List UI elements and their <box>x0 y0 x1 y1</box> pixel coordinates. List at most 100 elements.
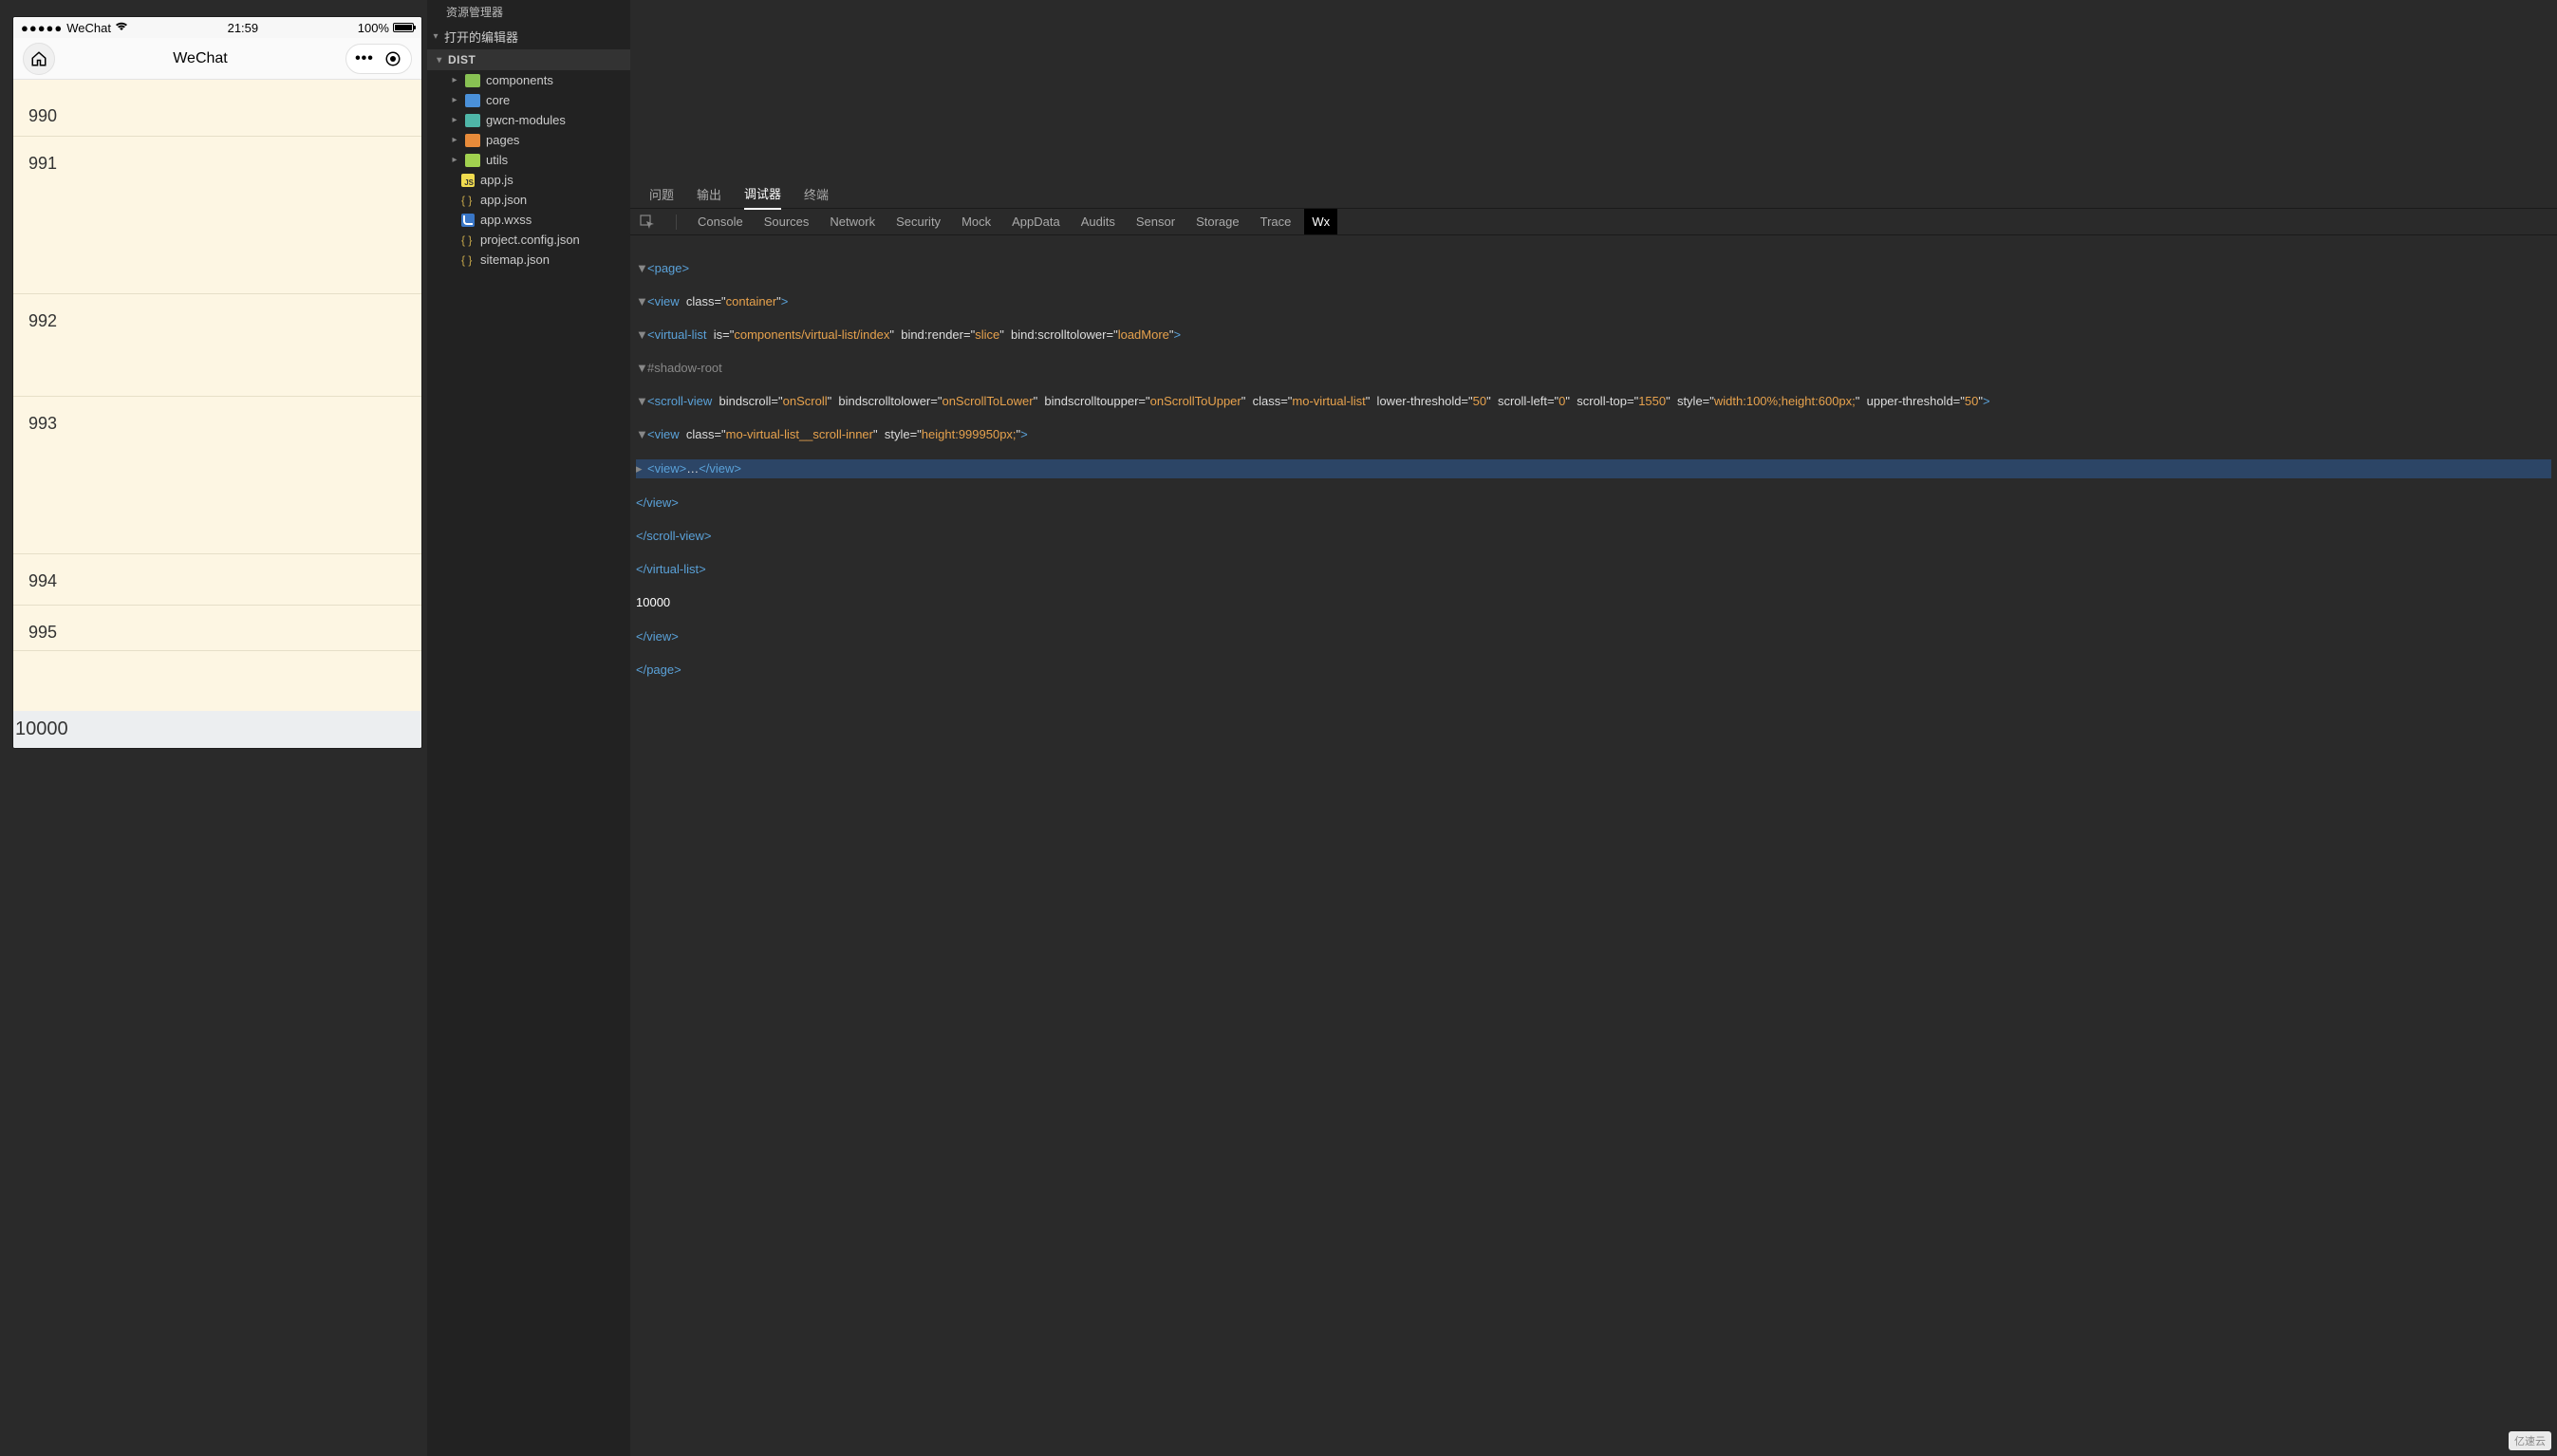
tab-mock[interactable]: Mock <box>961 215 991 229</box>
folder-label: core <box>486 93 510 107</box>
tab-storage[interactable]: Storage <box>1196 215 1240 229</box>
tab-console[interactable]: Console <box>698 215 743 229</box>
open-editors-label: 打开的编辑器 <box>444 28 518 46</box>
list-item[interactable]: 994 <box>13 554 421 606</box>
phone-body[interactable]: 990 991 992 993 994 995 10000 <box>13 80 421 748</box>
editor-empty-area <box>630 0 2557 180</box>
carrier-label: WeChat <box>66 21 111 35</box>
folder-label: components <box>486 73 553 87</box>
folder-icon <box>465 74 480 87</box>
file-app-js[interactable]: JS app.js <box>427 170 630 190</box>
app-root: ●●●●● WeChat 21:59 100% WeChat <box>0 0 2557 1456</box>
devtools-subtabs: Console Sources Network Security Mock Ap… <box>630 209 2557 235</box>
folder-icon <box>465 114 480 127</box>
chevron-right-icon: ▸ <box>450 75 459 85</box>
statusbar-left: ●●●●● WeChat <box>21 21 128 35</box>
file-label: app.json <box>480 193 527 207</box>
virtual-list[interactable]: 990 991 992 993 994 995 <box>13 80 421 711</box>
watermark: 亿速云 <box>2509 1431 2551 1450</box>
folder-icon <box>465 134 480 147</box>
home-button[interactable] <box>23 43 55 75</box>
chevron-down-icon: ▾ <box>431 31 440 42</box>
list-item-text: 994 <box>28 571 57 590</box>
json-file-icon: { } <box>461 233 475 247</box>
tab-trace[interactable]: Trace <box>1260 215 1292 229</box>
target-button[interactable] <box>383 48 403 69</box>
inspect-element-button[interactable] <box>640 215 655 230</box>
tab-sources[interactable]: Sources <box>764 215 810 229</box>
statusbar-time: 21:59 <box>228 21 259 35</box>
list-item[interactable]: 991 <box>13 137 421 294</box>
signal-dots-icon: ●●●●● <box>21 21 63 35</box>
list-item[interactable]: 995 <box>13 606 421 651</box>
file-label: app.wxss <box>480 213 532 227</box>
nav-right-capsule: ••• <box>345 44 412 74</box>
more-button[interactable]: ••• <box>354 48 375 69</box>
phone-navbar: WeChat ••• <box>13 38 421 80</box>
chevron-right-icon: ▸ <box>450 115 459 125</box>
tab-appdata[interactable]: AppData <box>1012 215 1060 229</box>
list-item[interactable]: 993 <box>13 397 421 554</box>
dom-tree[interactable]: ▼<page> ▼<view class="container"> ▼<virt… <box>630 235 2557 1456</box>
simulator-panel: ●●●●● WeChat 21:59 100% WeChat <box>0 0 427 1456</box>
folder-core[interactable]: ▸ core <box>427 90 630 110</box>
phone-frame: ●●●●● WeChat 21:59 100% WeChat <box>13 17 421 748</box>
bottom-panel-tabs: 问题 输出 调试器 终端 <box>630 180 2557 209</box>
explorer-title: 资源管理器 <box>427 0 630 24</box>
tab-output[interactable]: 输出 <box>697 179 721 209</box>
statusbar-right: 100% <box>358 21 414 35</box>
wifi-icon <box>115 21 128 34</box>
list-item-text: 992 <box>28 311 57 330</box>
battery-pct: 100% <box>358 21 389 35</box>
wxss-file-icon <box>461 214 475 227</box>
devtools-panel: 问题 输出 调试器 终端 Console Sources Network Sec… <box>630 0 2557 1456</box>
file-label: app.js <box>480 173 513 187</box>
home-icon <box>30 50 47 67</box>
folder-utils[interactable]: ▸ utils <box>427 150 630 170</box>
list-item-text: 993 <box>28 414 57 433</box>
tab-wxml[interactable]: Wx <box>1304 209 1337 234</box>
tab-audits[interactable]: Audits <box>1081 215 1115 229</box>
folder-label: utils <box>486 153 508 167</box>
js-file-icon: JS <box>461 174 475 187</box>
file-project-config[interactable]: { } project.config.json <box>427 230 630 250</box>
file-label: project.config.json <box>480 233 580 247</box>
chevron-right-icon: ▸ <box>450 155 459 165</box>
battery-icon <box>393 23 414 32</box>
separator <box>676 215 677 230</box>
file-label: sitemap.json <box>480 252 550 267</box>
file-app-wxss[interactable]: app.wxss <box>427 210 630 230</box>
list-item-text: 991 <box>28 154 57 173</box>
chevron-down-icon: ▾ <box>435 55 444 65</box>
tab-security[interactable]: Security <box>896 215 941 229</box>
phone-statusbar: ●●●●● WeChat 21:59 100% <box>13 17 421 38</box>
file-app-json[interactable]: { } app.json <box>427 190 630 210</box>
tab-debugger[interactable]: 调试器 <box>744 178 781 210</box>
dom-text-node: 10000 <box>636 595 670 609</box>
folder-label: pages <box>486 133 519 147</box>
list-item[interactable]: 990 <box>13 80 421 137</box>
folder-label: gwcn-modules <box>486 113 566 127</box>
list-item[interactable]: 992 <box>13 294 421 397</box>
file-explorer: 资源管理器 ▾ 打开的编辑器 ▾ DIST ▸components ▸core … <box>427 0 630 1456</box>
list-item-text: 995 <box>28 623 57 642</box>
target-icon <box>384 50 401 67</box>
chevron-right-icon: ▸ <box>450 95 459 105</box>
tab-problems[interactable]: 问题 <box>649 179 674 209</box>
tab-terminal[interactable]: 终端 <box>804 179 829 209</box>
folder-icon <box>465 154 480 167</box>
json-file-icon: { } <box>461 253 475 267</box>
chevron-right-icon: ▸ <box>450 135 459 145</box>
json-file-icon: { } <box>461 194 475 207</box>
file-sitemap[interactable]: { } sitemap.json <box>427 250 630 270</box>
folder-components[interactable]: ▸ components <box>427 70 630 90</box>
tab-sensor[interactable]: Sensor <box>1136 215 1175 229</box>
open-editors-section[interactable]: ▾ 打开的编辑器 <box>427 24 630 49</box>
tab-network[interactable]: Network <box>830 215 875 229</box>
project-root-label: DIST <box>448 53 476 66</box>
folder-gwcn-modules[interactable]: ▸ gwcn-modules <box>427 110 630 130</box>
folder-pages[interactable]: ▸ pages <box>427 130 630 150</box>
total-count: 10000 <box>13 711 421 748</box>
project-root-section[interactable]: ▾ DIST <box>427 49 630 70</box>
nav-title: WeChat <box>173 50 228 67</box>
